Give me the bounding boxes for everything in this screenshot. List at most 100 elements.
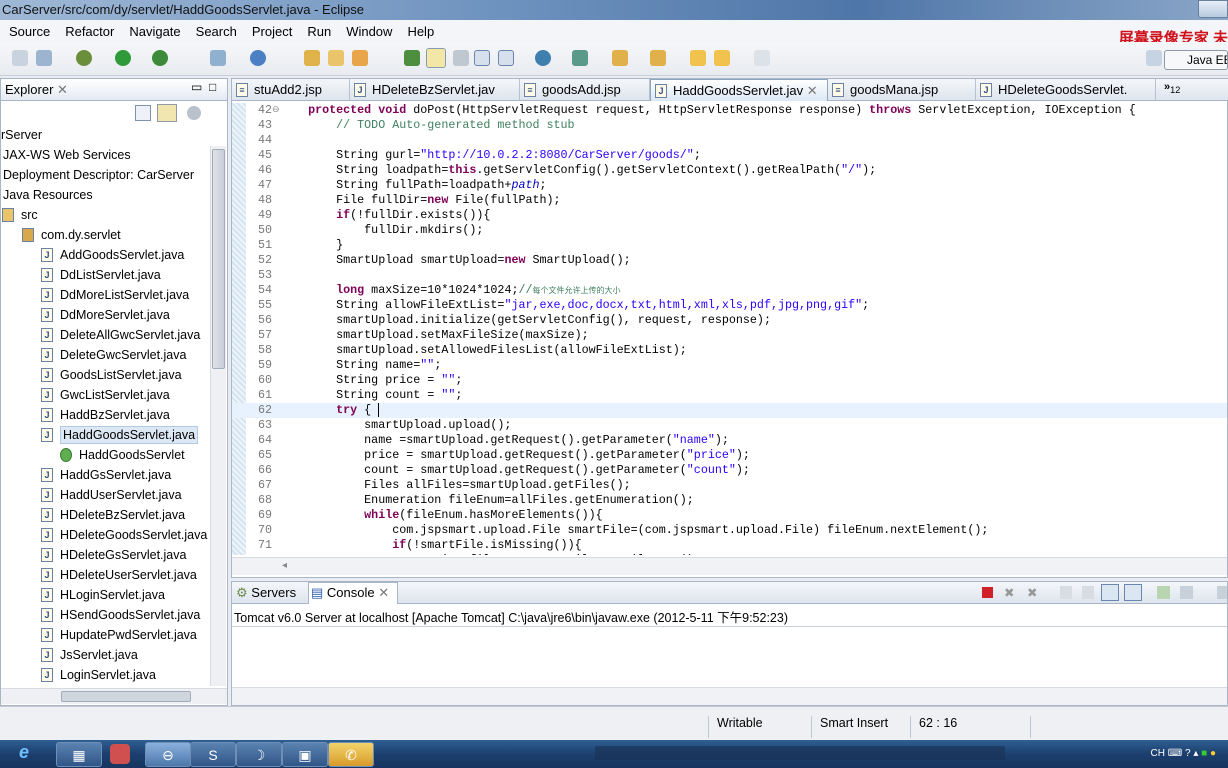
tree-item[interactable]: J AddGoodsServlet.java: [41, 245, 184, 265]
menu-help[interactable]: Help: [407, 24, 434, 39]
save-all-icon[interactable]: [12, 50, 28, 66]
remove-launch-icon[interactable]: ✖: [1004, 585, 1014, 600]
code-line[interactable]: 44: [232, 133, 1227, 148]
tree-item[interactable]: JAX-WS Web Services: [3, 145, 131, 165]
next-annotation-icon[interactable]: [612, 50, 628, 66]
code-line[interactable]: 48 File fullDir=new File(fullPath);: [232, 193, 1227, 208]
toggle-breadcrumb-icon[interactable]: [404, 50, 420, 66]
code-line[interactable]: 64 name =smartUpload.getRequest().getPar…: [232, 433, 1227, 448]
code-line[interactable]: 46 String loadpath=this.getServletConfig…: [232, 163, 1227, 178]
code-line[interactable]: 60 String price = "";: [232, 373, 1227, 388]
explorer-vertical-scrollbar[interactable]: [210, 146, 226, 686]
show-on-stdout-icon[interactable]: [1101, 584, 1119, 601]
code-line[interactable]: 45 String gurl="http://10.0.2.2:8080/Car…: [232, 148, 1227, 163]
publish-icon[interactable]: [572, 50, 588, 66]
menu-project[interactable]: Project: [252, 24, 292, 39]
open-folder-icon[interactable]: [328, 50, 344, 66]
code-line[interactable]: 51 }: [232, 238, 1227, 253]
console-horizontal-scrollbar[interactable]: [232, 687, 1227, 705]
view-menu-icon[interactable]: [1217, 586, 1227, 599]
code-line[interactable]: 62 try {: [232, 403, 1227, 418]
more-tabs-button[interactable]: »12: [1164, 81, 1180, 95]
code-line[interactable]: 67 Files allFiles=smartUpload.getFiles()…: [232, 478, 1227, 493]
tree-item[interactable]: J HSendGoodsServlet.java: [41, 605, 200, 625]
tree-item[interactable]: J HDeleteGsServlet.java: [41, 545, 186, 565]
tree-item[interactable]: J HaddUserServlet.java: [41, 485, 182, 505]
forward-icon[interactable]: [754, 50, 770, 66]
tree-item[interactable]: J HDeleteGoodsServlet.java: [41, 525, 207, 545]
mark-occurrences-icon[interactable]: [426, 48, 446, 68]
tree-item[interactable]: J HupdatePwdServlet.java: [41, 625, 197, 645]
menu-run[interactable]: Run: [307, 24, 331, 39]
run-external-icon[interactable]: [152, 50, 168, 66]
tree-item[interactable]: J GwcListServlet.java: [41, 385, 170, 405]
code-line[interactable]: 43 // TODO Auto-generated method stub: [232, 118, 1227, 133]
app-icon[interactable]: [110, 744, 130, 764]
view-menu-icon[interactable]: [187, 106, 201, 120]
tree-item[interactable]: J JsServlet.java: [41, 645, 138, 665]
close-icon[interactable]: ✕: [803, 83, 818, 98]
previous-annotation-icon[interactable]: [650, 50, 666, 66]
code-line[interactable]: 61 String count = "";: [232, 388, 1227, 403]
code-line[interactable]: 65 price = smartUpload.getRequest().getP…: [232, 448, 1227, 463]
remove-all-terminated-icon[interactable]: ✖: [1027, 585, 1037, 600]
code-line[interactable]: 47 String fullPath=loadpath+path;: [232, 178, 1227, 193]
perspective-java-ee[interactable]: Java EE: [1164, 50, 1228, 70]
scroll-lock-icon[interactable]: [1082, 586, 1094, 599]
open-perspective-icon[interactable]: [1146, 50, 1162, 66]
file-manager-icon[interactable]: ▦: [56, 742, 102, 767]
tree-item[interactable]: src: [2, 205, 38, 225]
terminate-icon[interactable]: [982, 587, 993, 598]
menu-window[interactable]: Window: [346, 24, 392, 39]
editor-horizontal-scrollbar[interactable]: ◂: [232, 557, 1227, 575]
editor-tab[interactable]: J HaddGoodsServlet.jav ✕: [650, 79, 828, 101]
link-with-editor-icon[interactable]: [157, 104, 177, 122]
tree-item[interactable]: J GoodsListServlet.java: [41, 365, 182, 385]
code-line[interactable]: 52 SmartUpload smartUpload=new SmartUplo…: [232, 253, 1227, 268]
tree-item[interactable]: J DeleteGwcServlet.java: [41, 345, 186, 365]
show-source-icon[interactable]: [474, 50, 490, 66]
tree-item[interactable]: Java Resources: [3, 185, 93, 205]
tree-item[interactable]: J DdMoreServlet.java: [41, 305, 170, 325]
tree-item[interactable]: J HDeleteBzServlet.java: [41, 505, 185, 525]
tree-item[interactable]: J DdMoreListServlet.java: [41, 285, 189, 305]
internet-explorer-icon[interactable]: e: [6, 742, 42, 766]
qq-icon[interactable]: ●: [1210, 748, 1216, 759]
code-area[interactable]: 42 protected void doPost(HttpServletRequ…: [232, 103, 1227, 555]
code-line[interactable]: 69 while(fileEnum.hasMoreElements()){: [232, 508, 1227, 523]
editor-tab[interactable]: J HDeleteBzServlet.jav: [350, 79, 520, 101]
tab-console[interactable]: ▤ Console ✕: [308, 582, 399, 604]
help-icon[interactable]: ?: [1185, 748, 1191, 759]
menu-search[interactable]: Search: [196, 24, 237, 39]
fold-icon[interactable]: ⊖: [272, 103, 280, 118]
code-line[interactable]: 68 Enumeration fileEnum=allFiles.getEnum…: [232, 493, 1227, 508]
code-line[interactable]: 72 String fileName=smartFile.getFileName…: [232, 553, 1227, 555]
scrollbar-thumb[interactable]: [212, 149, 225, 369]
code-line[interactable]: 58 smartUpload.setAllowedFilesList(allow…: [232, 343, 1227, 358]
debug-icon[interactable]: [76, 50, 92, 66]
tree-item[interactable]: com.dy.servlet: [22, 225, 121, 245]
tab-servers[interactable]: ⚙ Servers: [236, 585, 296, 601]
back-icon[interactable]: [714, 50, 730, 66]
code-line[interactable]: 71 if(!smartFile.isMissing()){: [232, 538, 1227, 553]
editor-tab[interactable]: ≡ stuAdd2.jsp: [232, 79, 350, 101]
close-icon[interactable]: ✕: [57, 82, 68, 97]
editor-tab[interactable]: J HDeleteGoodsServlet.: [976, 79, 1156, 101]
maximize-icon[interactable]: □: [209, 80, 216, 94]
tree-item[interactable]: HaddGoodsServlet: [60, 445, 185, 465]
open-type-icon[interactable]: [304, 50, 320, 66]
scroll-left-icon[interactable]: ◂: [282, 560, 287, 571]
menu-navigate[interactable]: Navigate: [129, 24, 180, 39]
show-hidden-icon[interactable]: ▴: [1193, 748, 1198, 759]
menu-refactor[interactable]: Refactor: [65, 24, 114, 39]
search-icon[interactable]: [352, 50, 368, 66]
code-line[interactable]: 56 smartUpload.initialize(getServletConf…: [232, 313, 1227, 328]
tree-item[interactable]: J DdListServlet.java: [41, 265, 161, 285]
new-server-icon[interactable]: [210, 50, 226, 66]
eclipse-icon[interactable]: ⊖: [145, 742, 191, 767]
tree-item[interactable]: J HaddGsServlet.java: [41, 465, 171, 485]
explorer-tab[interactable]: Explorer ✕ ▭ □: [1, 79, 227, 101]
scrollbar-thumb[interactable]: [61, 691, 191, 702]
code-line[interactable]: 50 fullDir.mkdirs();: [232, 223, 1227, 238]
block-selection-icon[interactable]: [453, 50, 469, 66]
